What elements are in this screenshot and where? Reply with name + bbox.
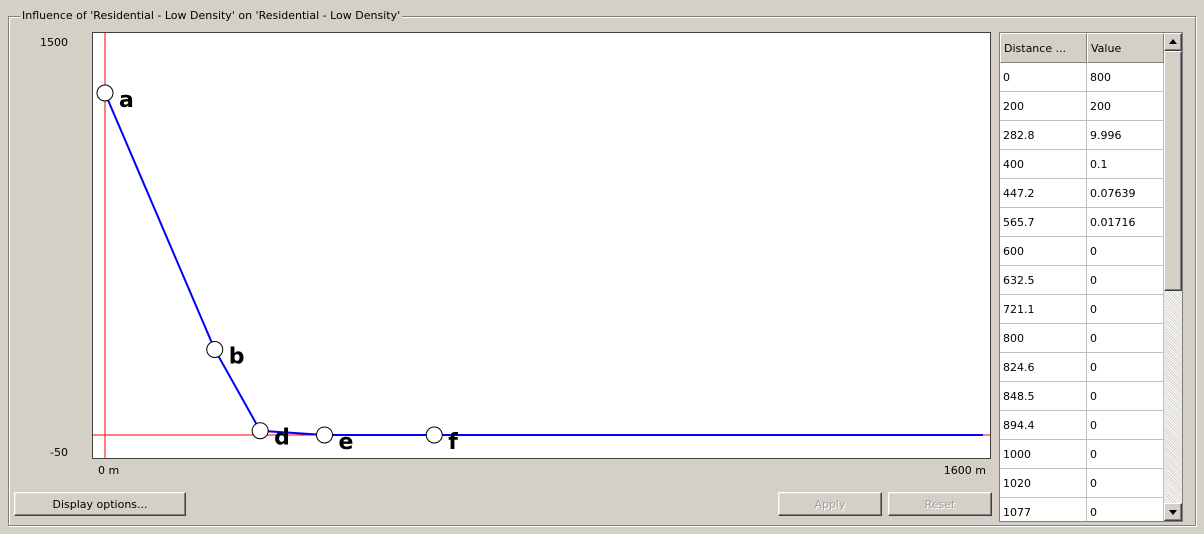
apply-button[interactable]: Apply — [778, 492, 882, 516]
distance-cell[interactable]: 632.5 — [1000, 266, 1087, 295]
value-cell[interactable]: 0.1 — [1087, 150, 1164, 179]
control-point-label: b — [229, 345, 245, 370]
group-title: Influence of 'Residential - Low Density'… — [20, 9, 403, 22]
table-row[interactable]: 632.5 0 — [1000, 266, 1164, 295]
reset-button[interactable]: Reset — [888, 492, 992, 516]
y-max-label: 1500 — [40, 36, 68, 49]
chart-canvas[interactable]: a b d e f — [93, 33, 990, 458]
table-row[interactable]: 565.7 0.01716 — [1000, 208, 1164, 237]
column-header-value[interactable]: Value — [1087, 33, 1164, 63]
value-cell[interactable]: 0 — [1087, 498, 1164, 521]
table-row[interactable]: 282.8 9.996 — [1000, 121, 1164, 150]
control-point-d[interactable] — [251, 422, 269, 440]
table-row[interactable]: 894.4 0 — [1000, 411, 1164, 440]
distance-cell[interactable]: 1020 — [1000, 469, 1087, 498]
value-cell[interactable]: 0 — [1087, 266, 1164, 295]
table-scrollbar[interactable] — [1164, 33, 1182, 521]
value-cell[interactable]: 0.01716 — [1087, 208, 1164, 237]
control-point-label: d — [274, 426, 290, 451]
distance-cell[interactable]: 1000 — [1000, 440, 1087, 469]
arrow-down-icon — [1169, 510, 1177, 515]
table-row[interactable]: 0 800 — [1000, 63, 1164, 92]
distance-cell[interactable]: 721.1 — [1000, 295, 1087, 324]
influence-series-line — [104, 92, 983, 436]
value-cell[interactable]: 9.996 — [1087, 121, 1164, 150]
distance-cell[interactable]: 0 — [1000, 63, 1087, 92]
control-point-b[interactable] — [206, 341, 224, 358]
table-row[interactable]: 1000 0 — [1000, 440, 1164, 469]
value-cell[interactable]: 0 — [1087, 469, 1164, 498]
value-cell[interactable]: 0 — [1087, 324, 1164, 353]
table-row[interactable]: 1077 0 — [1000, 498, 1164, 521]
value-cell[interactable]: 0 — [1087, 440, 1164, 469]
value-cell[interactable]: 200 — [1087, 92, 1164, 121]
scroll-up-button[interactable] — [1164, 33, 1182, 51]
distance-cell[interactable]: 600 — [1000, 237, 1087, 266]
table-row[interactable]: 1020 0 — [1000, 469, 1164, 498]
distance-cell[interactable]: 400 — [1000, 150, 1087, 179]
influence-plot[interactable]: a b d e f — [92, 32, 991, 459]
arrow-up-icon — [1169, 39, 1177, 44]
display-options-button[interactable]: Display options... — [14, 492, 186, 516]
table-row[interactable]: 824.6 0 — [1000, 353, 1164, 382]
distance-cell[interactable]: 894.4 — [1000, 411, 1087, 440]
distance-cell[interactable]: 1077 — [1000, 498, 1087, 521]
value-cell[interactable]: 0 — [1087, 295, 1164, 324]
table-row[interactable]: 848.5 0 — [1000, 382, 1164, 411]
distance-cell[interactable]: 447.2 — [1000, 179, 1087, 208]
control-point-e[interactable] — [316, 426, 333, 444]
distance-cell[interactable]: 800 — [1000, 324, 1087, 353]
distance-cell[interactable]: 848.5 — [1000, 382, 1087, 411]
distance-cell[interactable]: 282.8 — [1000, 121, 1087, 150]
value-cell[interactable]: 0 — [1087, 237, 1164, 266]
value-cell[interactable]: 0.07639 — [1087, 179, 1164, 208]
distance-value-table[interactable]: Distance ... Value 0 800 200 200 282.8 9.996 4… — [999, 32, 1183, 522]
scroll-thumb[interactable] — [1164, 51, 1182, 291]
table-header: Distance ... Value — [1000, 33, 1164, 63]
y-min-label: -50 — [50, 446, 68, 459]
table-row[interactable]: 400 0.1 — [1000, 150, 1164, 179]
control-point-label: a — [119, 88, 134, 113]
control-point-label: e — [339, 430, 354, 455]
value-cell[interactable]: 0 — [1087, 411, 1164, 440]
value-cell[interactable]: 0 — [1087, 353, 1164, 382]
distance-cell[interactable]: 200 — [1000, 92, 1087, 121]
distance-cell[interactable]: 824.6 — [1000, 353, 1087, 382]
x-min-label: 0 m — [98, 464, 120, 477]
table-row[interactable]: 200 200 — [1000, 92, 1164, 121]
distance-cell[interactable]: 565.7 — [1000, 208, 1087, 237]
x-max-label: 1600 m — [943, 464, 986, 477]
value-cell[interactable]: 0 — [1087, 382, 1164, 411]
table-row[interactable]: 447.2 0.07639 — [1000, 179, 1164, 208]
table-row[interactable]: 600 0 — [1000, 237, 1164, 266]
table-row[interactable]: 800 0 — [1000, 324, 1164, 353]
control-point-f[interactable] — [425, 426, 443, 444]
column-header-distance[interactable]: Distance ... — [1000, 33, 1087, 63]
table-row[interactable]: 721.1 0 — [1000, 295, 1164, 324]
value-cell[interactable]: 800 — [1087, 63, 1164, 92]
control-point-label: f — [448, 430, 458, 455]
scroll-down-button[interactable] — [1164, 503, 1182, 521]
control-point-a[interactable] — [96, 84, 114, 102]
